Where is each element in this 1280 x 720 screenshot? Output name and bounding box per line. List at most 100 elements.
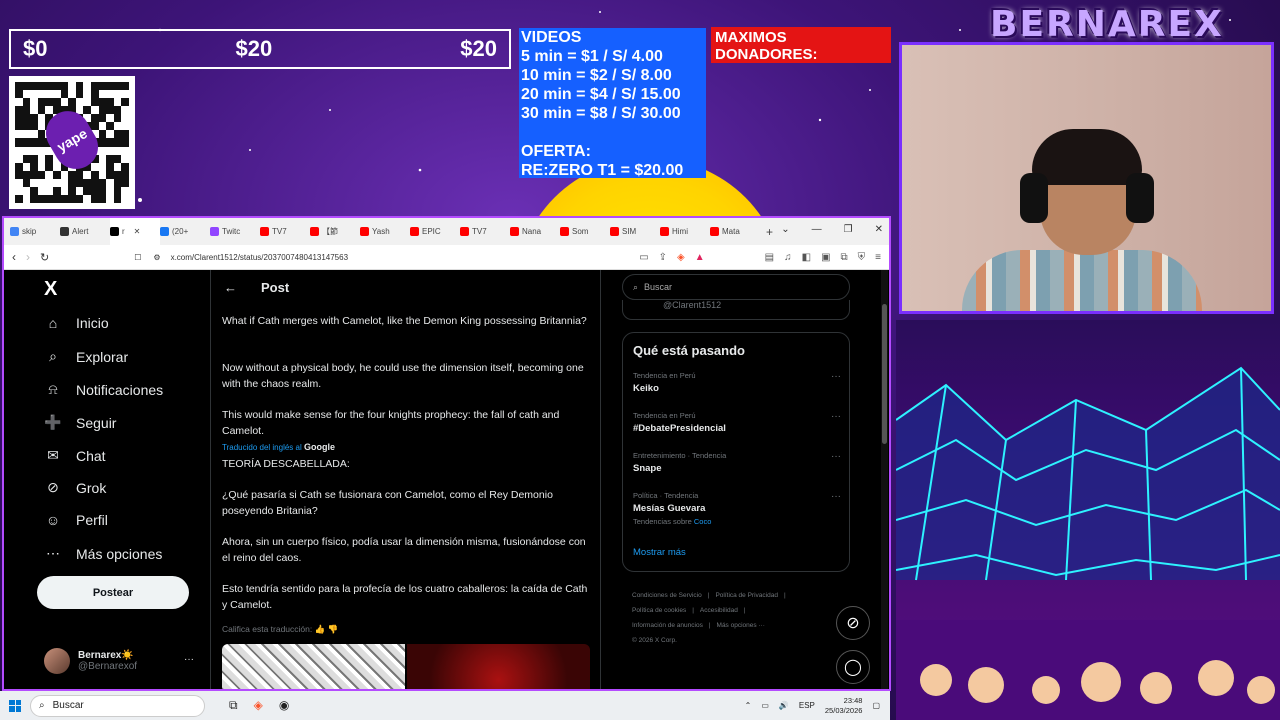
browser-tab[interactable]: Twitc [210, 218, 260, 245]
trend-item[interactable]: Tendencia en Perú Keiko ··· [633, 371, 841, 394]
nav-item-perfil[interactable]: ☺ Perfil [44, 512, 108, 528]
back-arrow-icon[interactable]: ← [224, 280, 237, 295]
start-button[interactable] [0, 699, 30, 712]
trend-meta: Política · Tendencia [633, 491, 699, 500]
nav-item-label: Más opciones [76, 545, 163, 562]
tweet-media[interactable] [222, 644, 590, 689]
browser-tab[interactable]: Mata [710, 218, 760, 245]
messages-fab-icon[interactable]: ◯ [836, 650, 870, 684]
grok-fab-icon[interactable]: ⊘ [836, 606, 870, 640]
trend-more-icon[interactable]: ··· [831, 371, 841, 382]
window-dropdown-icon[interactable]: ⌄ [781, 224, 789, 235]
nav-item-inicio[interactable]: ⌂ Inicio [44, 315, 109, 331]
back-icon[interactable]: ‹ [12, 250, 16, 264]
footer-link[interactable]: Condiciones de Servicio [632, 592, 702, 599]
browser-tab[interactable]: skip [10, 218, 60, 245]
minimize-icon[interactable]: — [812, 224, 822, 235]
footer-link[interactable]: Información de anuncios [632, 622, 703, 629]
tray-chevron-icon[interactable]: ⌃ [745, 701, 752, 710]
tab-active[interactable]: r ✕ [110, 218, 160, 245]
thumbs-down-icon[interactable]: 👎 [328, 624, 339, 634]
browser-tab[interactable]: 【節 [310, 218, 360, 245]
account-switcher[interactable]: Bernarex☀️ @Bernarexof ··· [44, 648, 194, 674]
scrollbar-thumb[interactable] [882, 304, 887, 444]
reader-icon[interactable]: ▤ [765, 252, 774, 263]
footer-link[interactable]: © 2026 X Corp. [632, 637, 677, 644]
footer-link[interactable]: Accesibilidad [700, 607, 738, 614]
browser-tab[interactable]: Alert [60, 218, 110, 245]
browser-tab[interactable]: EPIC [410, 218, 460, 245]
notifications-icon[interactable]: ▢ [872, 701, 880, 710]
footer-separator: | [707, 592, 710, 599]
clock[interactable]: 23:48 25/03/2026 [825, 696, 863, 716]
nav-item-m-s-opciones[interactable]: ⋯ Más opciones [44, 545, 162, 562]
network-icon[interactable]: ▭ [761, 701, 769, 710]
tab-close-icon[interactable]: ✕ [134, 227, 141, 236]
trend-more-icon[interactable]: ··· [831, 411, 841, 422]
sidebar-icon[interactable]: ◧ [802, 252, 811, 263]
task-view-icon[interactable]: ⧉ [229, 698, 238, 713]
trend-item[interactable]: Tendencia en Perú #DebatePresidencial ··· [633, 411, 841, 434]
search-icon: ⌕ [39, 700, 45, 711]
scrollbar[interactable] [881, 270, 888, 689]
wallet-icon[interactable]: ▣ [821, 252, 830, 263]
trend-more-icon[interactable]: ··· [831, 451, 841, 462]
nav-item-label: Grok [76, 479, 107, 496]
browser-tab[interactable]: Som [560, 218, 610, 245]
cast-icon[interactable]: ▭ [639, 252, 648, 263]
post-button[interactable]: Postear [37, 576, 189, 609]
browser-tab[interactable]: Yash [360, 218, 410, 245]
trend-name: Keiko [633, 383, 659, 394]
nav-item-chat[interactable]: ✉ Chat [44, 447, 105, 464]
rewards-icon[interactable]: ▲ [695, 252, 705, 263]
streamer-brand-logo: BERNAREX [990, 4, 1224, 45]
extensions-icon[interactable]: ⧉ [841, 252, 848, 263]
taskbar-search[interactable]: ⌕ Buscar [30, 694, 205, 717]
anime-image[interactable] [407, 644, 590, 689]
footer-link[interactable]: Política de Privacidad [715, 592, 778, 599]
tab-label: Nana [522, 227, 542, 236]
nav-item-explorar[interactable]: ⌕ Explorar [44, 348, 128, 365]
share-icon[interactable]: ⇪ [659, 252, 667, 263]
brave-browser-icon[interactable]: ◈ [254, 698, 263, 713]
url-field[interactable]: x.com/Clarent1512/status/203700748041314… [171, 253, 640, 262]
bookmark-icon[interactable]: ☐ [134, 253, 141, 262]
menu-icon[interactable]: ≡ [875, 252, 881, 263]
trend-item[interactable]: Política · Tendencia Mesías Guevara ··· Ten… [633, 491, 841, 526]
browser-tab[interactable]: (20+ [160, 218, 210, 245]
trend-more-icon[interactable]: ··· [831, 491, 841, 502]
trend-related-link[interactable]: Coco [694, 517, 712, 526]
brave-shield-icon[interactable]: ◈ [677, 252, 685, 263]
nav-item-notificaciones[interactable]: ⍾ Notificaciones [44, 381, 163, 398]
rate-translation: Califica esta traducción: 👍 👎 [222, 624, 338, 635]
x-logo-icon[interactable]: X [44, 278, 57, 301]
new-tab-button[interactable]: + [766, 225, 773, 239]
tab-label: SIM [622, 227, 637, 236]
profile-card-strip[interactable]: @Clarent1512 [622, 300, 850, 320]
browser-tab[interactable]: SIM [610, 218, 660, 245]
search-input[interactable]: ⌕ Buscar [622, 274, 850, 300]
browser-tab[interactable]: TV7 [260, 218, 310, 245]
footer-link[interactable]: Política de cookies [632, 607, 686, 614]
media-icon[interactable]: ♫ [784, 252, 792, 263]
account-more-icon[interactable]: ··· [184, 654, 194, 665]
trend-item[interactable]: Entretenimiento · Tendencia Snape ··· [633, 451, 841, 474]
reload-icon[interactable]: ↻ [40, 251, 49, 264]
restore-icon[interactable]: ❐ [844, 224, 853, 235]
thumbs-up-icon[interactable]: 👍 [315, 624, 326, 634]
manga-image[interactable] [222, 644, 405, 689]
obs-icon[interactable]: ◉ [279, 698, 289, 713]
footer-link[interactable]: Más opciones ··· [717, 622, 765, 629]
vpn-icon[interactable]: ⛨ [858, 252, 866, 263]
browser-tab[interactable]: Nana [510, 218, 560, 245]
forward-icon[interactable]: › [26, 250, 30, 264]
show-more-link[interactable]: Mostrar más [633, 547, 686, 558]
nav-item-grok[interactable]: ⊘ Grok [44, 479, 106, 496]
browser-tab[interactable]: TV7 [460, 218, 510, 245]
language-indicator[interactable]: ESP [799, 701, 815, 710]
volume-icon[interactable]: 🔊 [779, 701, 789, 710]
browser-tab[interactable]: Himi [660, 218, 710, 245]
nav-item-seguir[interactable]: ➕ Seguir [44, 414, 116, 431]
close-window-icon[interactable]: ✕ [875, 224, 883, 235]
site-info-icon[interactable]: ⚙ [153, 253, 160, 262]
